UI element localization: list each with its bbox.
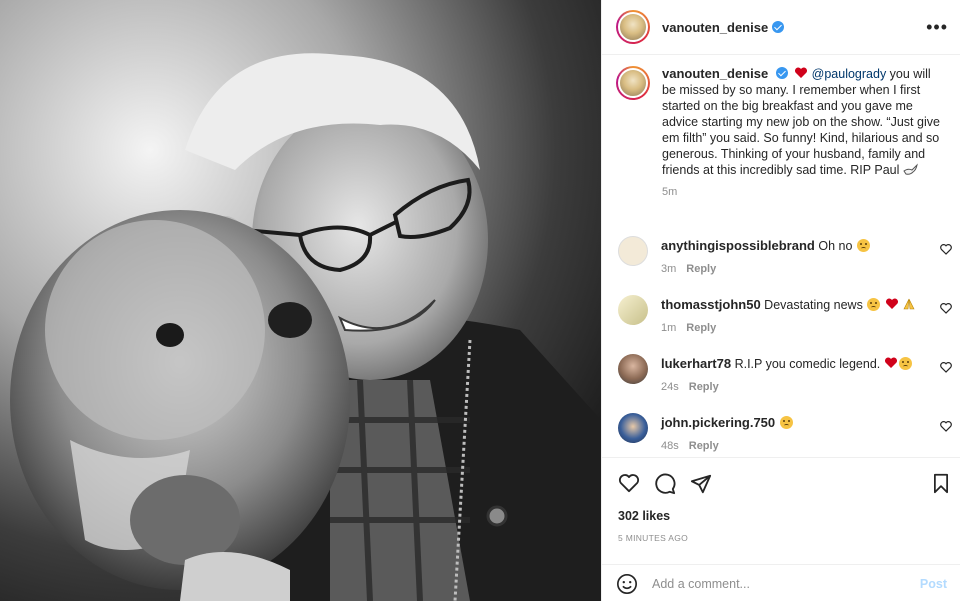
dove-emoji-icon bbox=[903, 163, 918, 175]
post-comment-button[interactable]: Post bbox=[920, 577, 947, 591]
sad-face-emoji-icon bbox=[856, 239, 870, 252]
sad-face-emoji-icon bbox=[779, 416, 793, 429]
post-caption: vanouten_denise @paulogrady you will be … bbox=[616, 66, 946, 200]
comment-username[interactable]: thomasstjohn50 bbox=[661, 297, 761, 312]
comment-item: john.pickering.750 48s Reply bbox=[616, 413, 956, 454]
comment-timestamp: 1m bbox=[661, 322, 677, 334]
paper-plane-icon[interactable] bbox=[690, 473, 712, 495]
author-username[interactable]: vanouten_denise bbox=[662, 20, 768, 35]
comment-text: Oh no bbox=[818, 239, 853, 253]
reply-button[interactable]: Reply bbox=[689, 381, 719, 393]
post-header: vanouten_denise ••• bbox=[602, 0, 960, 55]
author-avatar[interactable] bbox=[616, 10, 650, 44]
comment-avatar[interactable] bbox=[618, 413, 648, 443]
comment-timestamp: 48s bbox=[661, 440, 679, 452]
comment-like-heart-icon[interactable] bbox=[940, 421, 952, 432]
comment-avatar[interactable] bbox=[618, 236, 648, 266]
caption-text: you will be missed by so many. I remembe… bbox=[662, 67, 940, 177]
post-side-panel: vanouten_denise ••• vanouten_denise @pau… bbox=[601, 0, 960, 601]
reply-button[interactable]: Reply bbox=[689, 440, 719, 452]
comment-like-heart-icon[interactable] bbox=[940, 244, 952, 255]
caption-mention-link[interactable]: @paulogrady bbox=[812, 67, 887, 81]
instagram-post-modal: vanouten_denise ••• vanouten_denise @pau… bbox=[0, 0, 960, 601]
red-heart-emoji-icon bbox=[884, 357, 897, 368]
more-options-icon[interactable]: ••• bbox=[926, 18, 948, 36]
heart-outline-icon[interactable] bbox=[618, 473, 640, 493]
red-heart-emoji-icon bbox=[795, 67, 808, 78]
like-count[interactable]: 302 likes bbox=[618, 509, 670, 523]
comment-avatar[interactable] bbox=[618, 354, 648, 384]
post-timestamp: 5 MINUTES AGO bbox=[618, 533, 689, 543]
sad-face-emoji-icon bbox=[898, 357, 912, 370]
comment-timestamp: 3m bbox=[661, 263, 677, 275]
action-icon-row bbox=[618, 473, 948, 497]
reply-button[interactable]: Reply bbox=[686, 263, 716, 275]
comment-avatar[interactable] bbox=[618, 295, 648, 325]
comment-bubble-icon[interactable] bbox=[654, 473, 676, 495]
reply-button[interactable]: Reply bbox=[686, 322, 716, 334]
comment-text: R.I.P you comedic legend. bbox=[734, 357, 881, 371]
comment-timestamp: 24s bbox=[661, 381, 679, 393]
sad-face-emoji-icon bbox=[867, 298, 881, 311]
praying-hands-emoji-icon bbox=[903, 298, 915, 310]
caption-author-username[interactable]: vanouten_denise bbox=[662, 66, 768, 81]
red-heart-emoji-icon bbox=[885, 298, 898, 309]
comment-composer: Post bbox=[602, 564, 960, 601]
bookmark-icon[interactable] bbox=[932, 473, 950, 494]
comment-username[interactable]: john.pickering.750 bbox=[661, 415, 775, 430]
verified-badge-icon bbox=[772, 21, 785, 33]
comment-like-heart-icon[interactable] bbox=[940, 362, 952, 373]
comment-item: lukerhart78 R.I.P you comedic legend. 24… bbox=[616, 354, 956, 395]
comment-like-heart-icon[interactable] bbox=[940, 303, 952, 314]
verified-badge-icon bbox=[775, 67, 788, 79]
comment-item: thomasstjohn50 Devastating news 1m Reply bbox=[616, 295, 956, 336]
emoji-smiley-icon[interactable] bbox=[616, 573, 638, 595]
caption-author-avatar[interactable] bbox=[616, 66, 650, 100]
comment-text: Devastating news bbox=[764, 298, 863, 312]
post-photo-illustration bbox=[0, 0, 601, 601]
post-photo[interactable] bbox=[0, 0, 601, 601]
post-actions-section: 302 likes 5 MINUTES AGO Post bbox=[602, 457, 960, 601]
add-comment-input[interactable] bbox=[652, 576, 902, 591]
comment-item: anythingispossiblebrand Oh no 3m Reply bbox=[616, 236, 956, 277]
comment-username[interactable]: anythingispossiblebrand bbox=[661, 238, 815, 253]
caption-timestamp: 5m bbox=[662, 186, 678, 198]
comment-username[interactable]: lukerhart78 bbox=[661, 356, 731, 371]
